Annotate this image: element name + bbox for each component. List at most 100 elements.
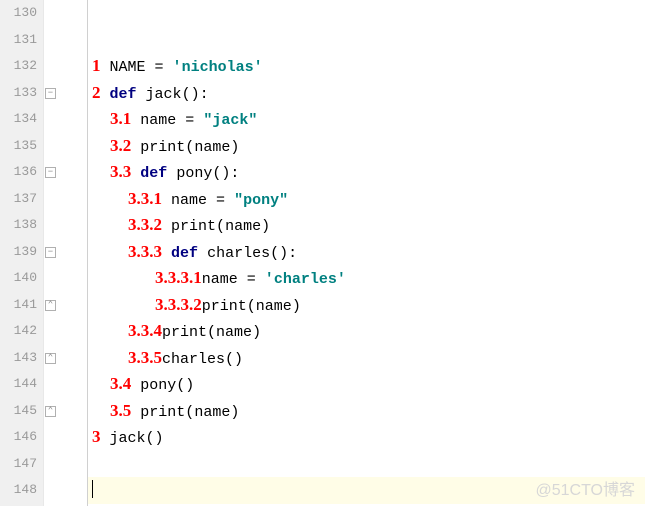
function-name: jack bbox=[146, 86, 182, 103]
line-number-gutter: 130 131 132 133 134 135 136 137 138 139 … bbox=[0, 0, 44, 506]
code-line[interactable] bbox=[88, 0, 645, 27]
string-quote: ' bbox=[265, 271, 274, 288]
parentheses: () bbox=[146, 430, 164, 447]
code-line[interactable]: 3.3.2 print(name) bbox=[88, 212, 645, 239]
string-quote: " bbox=[279, 192, 288, 209]
function-call: print bbox=[202, 298, 247, 315]
line-number: 132 bbox=[0, 53, 37, 80]
code-line[interactable]: 3 jack() bbox=[88, 424, 645, 451]
function-name: pony bbox=[176, 165, 212, 182]
code-line[interactable]: 3.1 name = "jack" bbox=[88, 106, 645, 133]
code-line[interactable]: 3.2 print(name) bbox=[88, 133, 645, 160]
annotation-number: 3.1 bbox=[110, 109, 131, 128]
line-number: 138 bbox=[0, 212, 37, 239]
operator: = bbox=[238, 271, 265, 288]
line-number: 140 bbox=[0, 265, 37, 292]
operator: = bbox=[207, 192, 234, 209]
annotation-number: 1 bbox=[92, 56, 101, 75]
function-name: charles bbox=[207, 245, 270, 262]
identifier: name bbox=[194, 404, 230, 421]
code-line[interactable]: 3.5 print(name) bbox=[88, 398, 645, 425]
code-line[interactable]: 2 def jack(): bbox=[88, 80, 645, 107]
function-call: charles bbox=[162, 351, 225, 368]
string-quote: ' bbox=[337, 271, 346, 288]
function-call: pony bbox=[140, 377, 176, 394]
line-number: 134 bbox=[0, 106, 37, 133]
parentheses: (): bbox=[182, 86, 209, 103]
identifier: name bbox=[171, 192, 207, 209]
string-literal: nicholas bbox=[182, 59, 254, 76]
code-line[interactable]: 1 NAME = 'nicholas' bbox=[88, 53, 645, 80]
code-line[interactable]: 3.3.5charles() bbox=[88, 345, 645, 372]
line-number: 133 bbox=[0, 80, 37, 107]
keyword: def bbox=[171, 245, 198, 262]
parentheses: (): bbox=[212, 165, 239, 182]
parentheses: () bbox=[225, 351, 243, 368]
annotation-number: 2 bbox=[92, 83, 101, 102]
code-area[interactable]: 1 NAME = 'nicholas' 2 def jack(): 3.1 na… bbox=[88, 0, 645, 506]
fold-toggle-icon[interactable]: − bbox=[45, 247, 56, 258]
code-line[interactable]: 3.3.3 def charles(): bbox=[88, 239, 645, 266]
line-number: 130 bbox=[0, 0, 37, 27]
line-number: 137 bbox=[0, 186, 37, 213]
code-line[interactable] bbox=[88, 451, 645, 478]
line-number: 141 bbox=[0, 292, 37, 319]
string-quote: ' bbox=[254, 59, 263, 76]
string-literal: charles bbox=[274, 271, 337, 288]
line-number: 145 bbox=[0, 398, 37, 425]
annotation-number: 3.2 bbox=[110, 136, 131, 155]
code-line[interactable]: 3.3.3.2print(name) bbox=[88, 292, 645, 319]
function-call: print bbox=[162, 324, 207, 341]
string-quote: " bbox=[234, 192, 243, 209]
annotation-number: 3 bbox=[92, 427, 101, 446]
code-line[interactable]: 3.3.4print(name) bbox=[88, 318, 645, 345]
line-number: 144 bbox=[0, 371, 37, 398]
parentheses: ) bbox=[230, 404, 239, 421]
identifier: name bbox=[216, 324, 252, 341]
parentheses: ) bbox=[252, 324, 261, 341]
string-literal: pony bbox=[243, 192, 279, 209]
code-line-current[interactable] bbox=[88, 477, 645, 504]
identifier: name bbox=[202, 271, 238, 288]
line-number: 143 bbox=[0, 345, 37, 372]
code-line[interactable] bbox=[88, 27, 645, 54]
parentheses: ) bbox=[230, 139, 239, 156]
annotation-number: 3.3 bbox=[110, 162, 131, 181]
line-number: 136 bbox=[0, 159, 37, 186]
fold-toggle-icon[interactable]: ⌃ bbox=[45, 353, 56, 364]
margin-column bbox=[58, 0, 88, 506]
code-line[interactable]: 3.3.3.1name = 'charles' bbox=[88, 265, 645, 292]
code-line[interactable]: 3.4 pony() bbox=[88, 371, 645, 398]
parentheses: (): bbox=[270, 245, 297, 262]
fold-toggle-icon[interactable]: − bbox=[45, 167, 56, 178]
annotation-number: 3.3.4 bbox=[128, 321, 162, 340]
fold-toggle-icon[interactable]: ⌃ bbox=[45, 406, 56, 417]
code-line[interactable]: 3.3 def pony(): bbox=[88, 159, 645, 186]
parentheses: ( bbox=[207, 324, 216, 341]
function-call: print bbox=[171, 218, 216, 235]
identifier: NAME bbox=[110, 59, 146, 76]
annotation-number: 3.3.3 bbox=[128, 242, 162, 261]
code-line[interactable]: 3.3.1 name = "pony" bbox=[88, 186, 645, 213]
caret-icon bbox=[92, 480, 93, 498]
parentheses: () bbox=[176, 377, 194, 394]
keyword: def bbox=[110, 86, 137, 103]
fold-toggle-icon[interactable]: − bbox=[45, 88, 56, 99]
parentheses: ) bbox=[261, 218, 270, 235]
fold-column: − − − ⌃ ⌃ ⌃ bbox=[44, 0, 58, 506]
string-quote: " bbox=[203, 112, 212, 129]
line-number: 147 bbox=[0, 451, 37, 478]
string-quote: " bbox=[248, 112, 257, 129]
annotation-number: 3.5 bbox=[110, 401, 131, 420]
code-editor[interactable]: 130 131 132 133 134 135 136 137 138 139 … bbox=[0, 0, 645, 506]
identifier: name bbox=[256, 298, 292, 315]
line-number: 135 bbox=[0, 133, 37, 160]
identifier: name bbox=[194, 139, 230, 156]
annotation-number: 3.3.2 bbox=[128, 215, 162, 234]
fold-toggle-icon[interactable]: ⌃ bbox=[45, 300, 56, 311]
annotation-number: 3.3.5 bbox=[128, 348, 162, 367]
keyword: def bbox=[140, 165, 167, 182]
operator: = bbox=[176, 112, 203, 129]
function-call: print bbox=[140, 404, 185, 421]
annotation-number: 3.3.1 bbox=[128, 189, 162, 208]
